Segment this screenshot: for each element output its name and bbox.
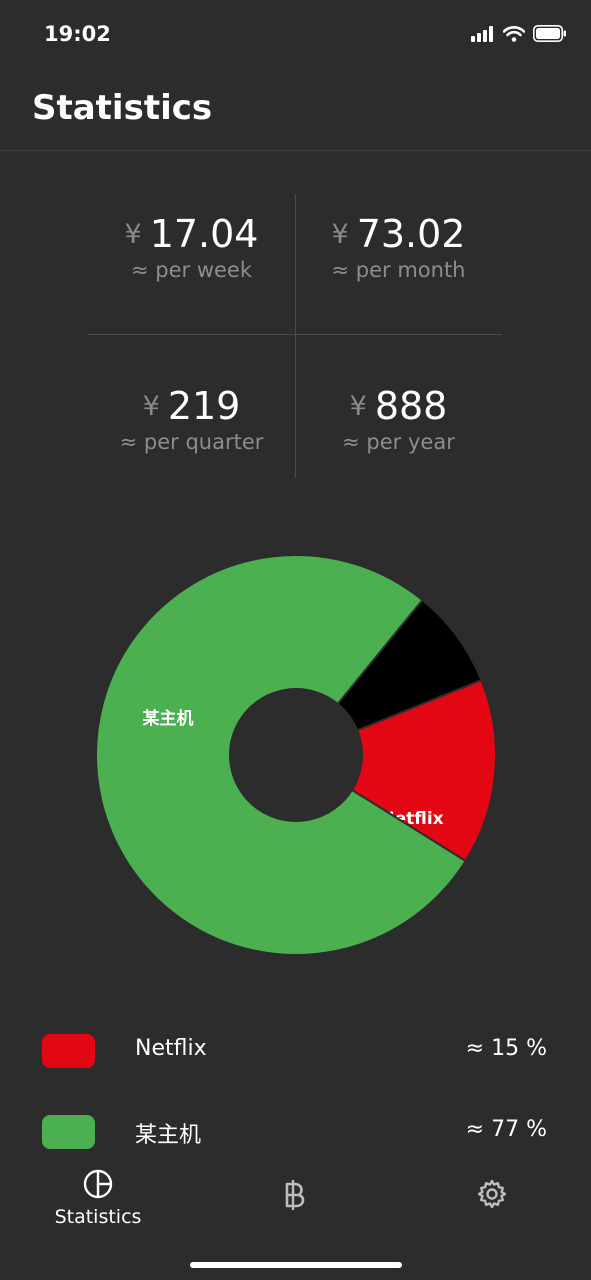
donut-slice-label-0: 某主机 [143,708,194,729]
stats-grid: ¥17.04 ≈ per week ¥73.02 ≈ per month ¥21… [88,194,502,478]
stat-per-year: ¥888 ≈ per year [295,384,502,454]
stat-label: ≈ per week [130,258,252,282]
status-icons [471,25,567,46]
baht-icon [281,1180,307,1216]
cellular-signal-icon [471,25,495,46]
stat-amount: 17.04 [149,212,259,256]
home-indicator [190,1262,402,1268]
legend-percent: ≈ 77 % [465,1117,547,1142]
status-bar: 19:02 [0,0,591,70]
tab-statistics[interactable]: Statistics [38,1168,158,1228]
legend-swatch [42,1034,95,1068]
legend-percent: ≈ 15 % [465,1036,547,1061]
legend-item-netflix[interactable]: Netflix ≈ 15 % [0,1032,591,1072]
battery-icon [533,25,567,46]
stat-currency: ¥ [142,391,160,422]
legend-swatch [42,1115,95,1149]
page-title: Statistics [32,88,213,128]
tab-label: Statistics [54,1206,142,1228]
pie-chart-icon [82,1169,114,1204]
stat-amount: 888 [374,384,448,428]
legend-name: Netflix [135,1036,207,1061]
wifi-icon [502,25,526,46]
stats-divider-horizontal [88,334,502,335]
stat-currency: ¥ [124,219,142,250]
legend-name: 某主机 [135,1123,202,1148]
tab-subscriptions[interactable] [234,1178,354,1216]
stat-amount: 73.02 [356,212,466,256]
stat-per-quarter: ¥219 ≈ per quarter [88,384,295,454]
stat-per-week: ¥17.04 ≈ per week [88,212,295,282]
stat-label: ≈ per year [342,430,455,454]
stat-per-month: ¥73.02 ≈ per month [295,212,502,282]
stat-label: ≈ per month [331,258,466,282]
donut-chart-svg: Netflix某主机 [95,554,497,956]
donut-chart: Netflix 某主机 [0,540,591,970]
tab-settings[interactable] [432,1178,552,1214]
stat-currency: ¥ [349,391,367,422]
gear-icon [476,1179,508,1214]
legend-item-host[interactable]: 某主机 ≈ 77 % [0,1113,591,1153]
status-time: 19:02 [44,22,111,46]
stat-label: ≈ per quarter [119,430,264,454]
stat-amount: 219 [167,384,241,428]
header: Statistics [0,70,591,151]
stat-currency: ¥ [331,219,349,250]
